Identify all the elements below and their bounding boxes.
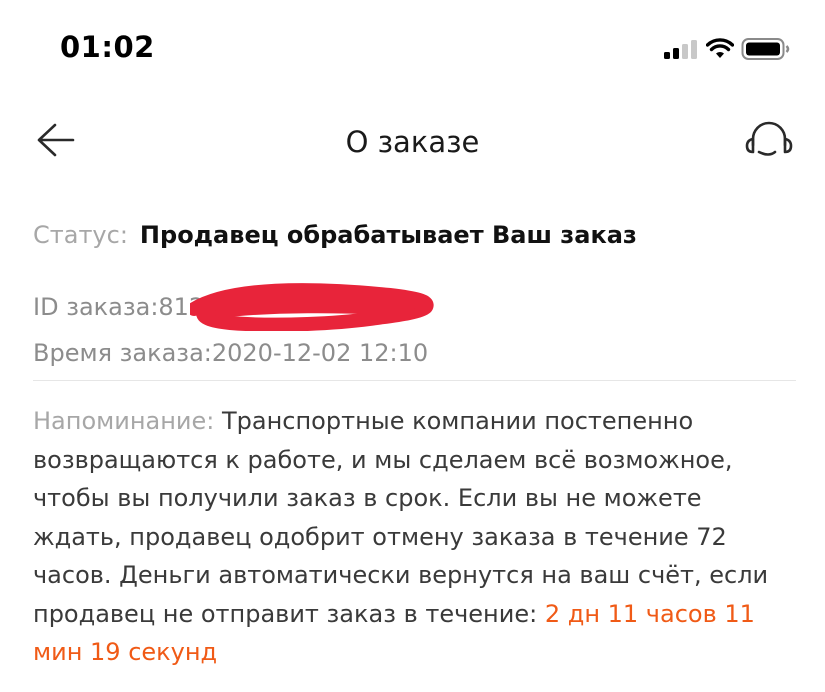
order-id: ID заказа:812 xyxy=(33,293,205,321)
status-time: 01:02 xyxy=(60,30,155,64)
status-icons xyxy=(663,37,791,61)
headset-icon xyxy=(745,121,793,156)
reminder-text: Транспортные компании постепенно возвращ… xyxy=(33,407,769,628)
battery-icon xyxy=(741,38,790,60)
status-value: Продавец обрабатывает Ваш заказ xyxy=(139,221,637,249)
status-bar: 01:02 xyxy=(0,0,825,96)
reminder-notice: Напоминание: Транспортные компании посте… xyxy=(33,402,793,672)
status-label: Статус: xyxy=(33,221,128,249)
divider xyxy=(33,380,796,381)
page-title: О заказе xyxy=(345,125,480,159)
support-button[interactable] xyxy=(744,120,794,160)
wifi-icon xyxy=(706,38,734,58)
order-time: Время заказа:2020-12-02 12:10 xyxy=(33,339,429,367)
navigation-bar: О заказе xyxy=(0,108,825,172)
reminder-label: Напоминание: xyxy=(33,407,215,435)
redaction-scribble xyxy=(190,283,434,331)
order-status: Статус: Продавец обрабатывает Ваш заказ xyxy=(33,221,637,249)
cellular-signal-icon xyxy=(664,40,697,59)
